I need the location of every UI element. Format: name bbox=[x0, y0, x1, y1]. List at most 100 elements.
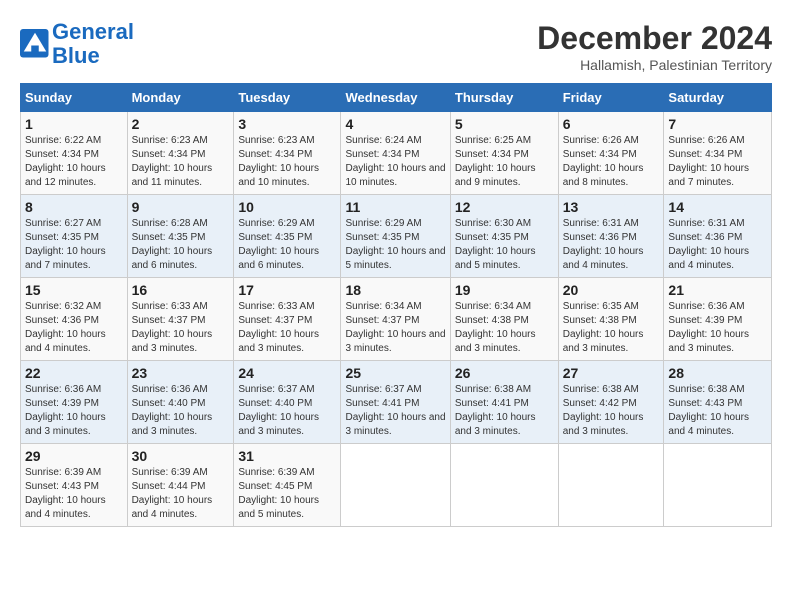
day-info: Sunrise: 6:36 AM Sunset: 4:39 PM Dayligh… bbox=[25, 383, 123, 439]
day-number: 14 bbox=[668, 199, 767, 215]
day-number: 9 bbox=[132, 199, 230, 215]
day-number: 18 bbox=[345, 282, 445, 298]
day-header-sunday: Sunday bbox=[21, 84, 128, 112]
day-info: Sunrise: 6:34 AM Sunset: 4:37 PM Dayligh… bbox=[345, 300, 445, 356]
header-row: SundayMondayTuesdayWednesdayThursdayFrid… bbox=[21, 84, 772, 112]
calendar-cell: 26 Sunrise: 6:38 AM Sunset: 4:41 PM Dayl… bbox=[450, 361, 558, 444]
day-number: 7 bbox=[668, 116, 767, 132]
day-header-thursday: Thursday bbox=[450, 84, 558, 112]
day-info: Sunrise: 6:34 AM Sunset: 4:38 PM Dayligh… bbox=[455, 300, 554, 356]
day-number: 4 bbox=[345, 116, 445, 132]
logo: General Blue bbox=[20, 20, 134, 68]
calendar-cell: 19 Sunrise: 6:34 AM Sunset: 4:38 PM Dayl… bbox=[450, 278, 558, 361]
day-number: 2 bbox=[132, 116, 230, 132]
day-info: Sunrise: 6:39 AM Sunset: 4:44 PM Dayligh… bbox=[132, 466, 230, 522]
day-number: 22 bbox=[25, 365, 123, 381]
day-header-tuesday: Tuesday bbox=[234, 84, 341, 112]
day-number: 12 bbox=[455, 199, 554, 215]
day-info: Sunrise: 6:23 AM Sunset: 4:34 PM Dayligh… bbox=[238, 134, 336, 190]
calendar-cell: 16 Sunrise: 6:33 AM Sunset: 4:37 PM Dayl… bbox=[127, 278, 234, 361]
calendar-cell: 24 Sunrise: 6:37 AM Sunset: 4:40 PM Dayl… bbox=[234, 361, 341, 444]
day-number: 19 bbox=[455, 282, 554, 298]
calendar-cell: 30 Sunrise: 6:39 AM Sunset: 4:44 PM Dayl… bbox=[127, 444, 234, 527]
calendar-cell: 3 Sunrise: 6:23 AM Sunset: 4:34 PM Dayli… bbox=[234, 112, 341, 195]
day-info: Sunrise: 6:23 AM Sunset: 4:34 PM Dayligh… bbox=[132, 134, 230, 190]
day-header-wednesday: Wednesday bbox=[341, 84, 450, 112]
day-info: Sunrise: 6:30 AM Sunset: 4:35 PM Dayligh… bbox=[455, 217, 554, 273]
day-info: Sunrise: 6:32 AM Sunset: 4:36 PM Dayligh… bbox=[25, 300, 123, 356]
calendar-cell: 25 Sunrise: 6:37 AM Sunset: 4:41 PM Dayl… bbox=[341, 361, 450, 444]
calendar-table: SundayMondayTuesdayWednesdayThursdayFrid… bbox=[20, 83, 772, 527]
calendar-week-5: 29 Sunrise: 6:39 AM Sunset: 4:43 PM Dayl… bbox=[21, 444, 772, 527]
calendar-cell: 14 Sunrise: 6:31 AM Sunset: 4:36 PM Dayl… bbox=[664, 195, 772, 278]
day-info: Sunrise: 6:38 AM Sunset: 4:41 PM Dayligh… bbox=[455, 383, 554, 439]
day-info: Sunrise: 6:31 AM Sunset: 4:36 PM Dayligh… bbox=[563, 217, 660, 273]
day-info: Sunrise: 6:38 AM Sunset: 4:42 PM Dayligh… bbox=[563, 383, 660, 439]
title-block: December 2024 Hallamish, Palestinian Ter… bbox=[537, 20, 772, 73]
day-number: 17 bbox=[238, 282, 336, 298]
day-number: 13 bbox=[563, 199, 660, 215]
day-header-friday: Friday bbox=[558, 84, 664, 112]
day-info: Sunrise: 6:37 AM Sunset: 4:40 PM Dayligh… bbox=[238, 383, 336, 439]
calendar-cell bbox=[341, 444, 450, 527]
day-info: Sunrise: 6:22 AM Sunset: 4:34 PM Dayligh… bbox=[25, 134, 123, 190]
calendar-cell bbox=[664, 444, 772, 527]
calendar-week-4: 22 Sunrise: 6:36 AM Sunset: 4:39 PM Dayl… bbox=[21, 361, 772, 444]
day-number: 3 bbox=[238, 116, 336, 132]
calendar-cell: 6 Sunrise: 6:26 AM Sunset: 4:34 PM Dayli… bbox=[558, 112, 664, 195]
day-info: Sunrise: 6:31 AM Sunset: 4:36 PM Dayligh… bbox=[668, 217, 767, 273]
day-info: Sunrise: 6:25 AM Sunset: 4:34 PM Dayligh… bbox=[455, 134, 554, 190]
day-number: 20 bbox=[563, 282, 660, 298]
logo-text: General Blue bbox=[52, 20, 134, 68]
day-number: 27 bbox=[563, 365, 660, 381]
calendar-cell: 15 Sunrise: 6:32 AM Sunset: 4:36 PM Dayl… bbox=[21, 278, 128, 361]
day-info: Sunrise: 6:35 AM Sunset: 4:38 PM Dayligh… bbox=[563, 300, 660, 356]
day-number: 31 bbox=[238, 448, 336, 464]
day-info: Sunrise: 6:24 AM Sunset: 4:34 PM Dayligh… bbox=[345, 134, 445, 190]
calendar-cell: 17 Sunrise: 6:33 AM Sunset: 4:37 PM Dayl… bbox=[234, 278, 341, 361]
calendar-cell bbox=[558, 444, 664, 527]
logo-icon bbox=[20, 29, 50, 59]
day-number: 1 bbox=[25, 116, 123, 132]
day-number: 24 bbox=[238, 365, 336, 381]
day-number: 23 bbox=[132, 365, 230, 381]
day-info: Sunrise: 6:36 AM Sunset: 4:39 PM Dayligh… bbox=[668, 300, 767, 356]
day-info: Sunrise: 6:28 AM Sunset: 4:35 PM Dayligh… bbox=[132, 217, 230, 273]
calendar-cell: 31 Sunrise: 6:39 AM Sunset: 4:45 PM Dayl… bbox=[234, 444, 341, 527]
subtitle: Hallamish, Palestinian Territory bbox=[537, 57, 772, 73]
day-number: 15 bbox=[25, 282, 123, 298]
calendar-cell: 5 Sunrise: 6:25 AM Sunset: 4:34 PM Dayli… bbox=[450, 112, 558, 195]
calendar-cell: 18 Sunrise: 6:34 AM Sunset: 4:37 PM Dayl… bbox=[341, 278, 450, 361]
day-info: Sunrise: 6:26 AM Sunset: 4:34 PM Dayligh… bbox=[563, 134, 660, 190]
page-header: General Blue December 2024 Hallamish, Pa… bbox=[20, 20, 772, 73]
calendar-cell: 10 Sunrise: 6:29 AM Sunset: 4:35 PM Dayl… bbox=[234, 195, 341, 278]
day-header-saturday: Saturday bbox=[664, 84, 772, 112]
day-info: Sunrise: 6:33 AM Sunset: 4:37 PM Dayligh… bbox=[132, 300, 230, 356]
day-info: Sunrise: 6:39 AM Sunset: 4:43 PM Dayligh… bbox=[25, 466, 123, 522]
calendar-cell: 1 Sunrise: 6:22 AM Sunset: 4:34 PM Dayli… bbox=[21, 112, 128, 195]
day-number: 16 bbox=[132, 282, 230, 298]
day-number: 10 bbox=[238, 199, 336, 215]
day-number: 29 bbox=[25, 448, 123, 464]
calendar-cell: 4 Sunrise: 6:24 AM Sunset: 4:34 PM Dayli… bbox=[341, 112, 450, 195]
day-info: Sunrise: 6:29 AM Sunset: 4:35 PM Dayligh… bbox=[345, 217, 445, 273]
day-info: Sunrise: 6:33 AM Sunset: 4:37 PM Dayligh… bbox=[238, 300, 336, 356]
day-info: Sunrise: 6:36 AM Sunset: 4:40 PM Dayligh… bbox=[132, 383, 230, 439]
day-info: Sunrise: 6:29 AM Sunset: 4:35 PM Dayligh… bbox=[238, 217, 336, 273]
calendar-cell: 20 Sunrise: 6:35 AM Sunset: 4:38 PM Dayl… bbox=[558, 278, 664, 361]
day-number: 5 bbox=[455, 116, 554, 132]
calendar-cell: 11 Sunrise: 6:29 AM Sunset: 4:35 PM Dayl… bbox=[341, 195, 450, 278]
day-header-monday: Monday bbox=[127, 84, 234, 112]
day-number: 25 bbox=[345, 365, 445, 381]
calendar-cell: 29 Sunrise: 6:39 AM Sunset: 4:43 PM Dayl… bbox=[21, 444, 128, 527]
day-number: 11 bbox=[345, 199, 445, 215]
calendar-cell: 27 Sunrise: 6:38 AM Sunset: 4:42 PM Dayl… bbox=[558, 361, 664, 444]
calendar-week-2: 8 Sunrise: 6:27 AM Sunset: 4:35 PM Dayli… bbox=[21, 195, 772, 278]
calendar-cell bbox=[450, 444, 558, 527]
day-info: Sunrise: 6:38 AM Sunset: 4:43 PM Dayligh… bbox=[668, 383, 767, 439]
day-number: 21 bbox=[668, 282, 767, 298]
calendar-week-1: 1 Sunrise: 6:22 AM Sunset: 4:34 PM Dayli… bbox=[21, 112, 772, 195]
day-info: Sunrise: 6:37 AM Sunset: 4:41 PM Dayligh… bbox=[345, 383, 445, 439]
calendar-cell: 13 Sunrise: 6:31 AM Sunset: 4:36 PM Dayl… bbox=[558, 195, 664, 278]
day-number: 6 bbox=[563, 116, 660, 132]
